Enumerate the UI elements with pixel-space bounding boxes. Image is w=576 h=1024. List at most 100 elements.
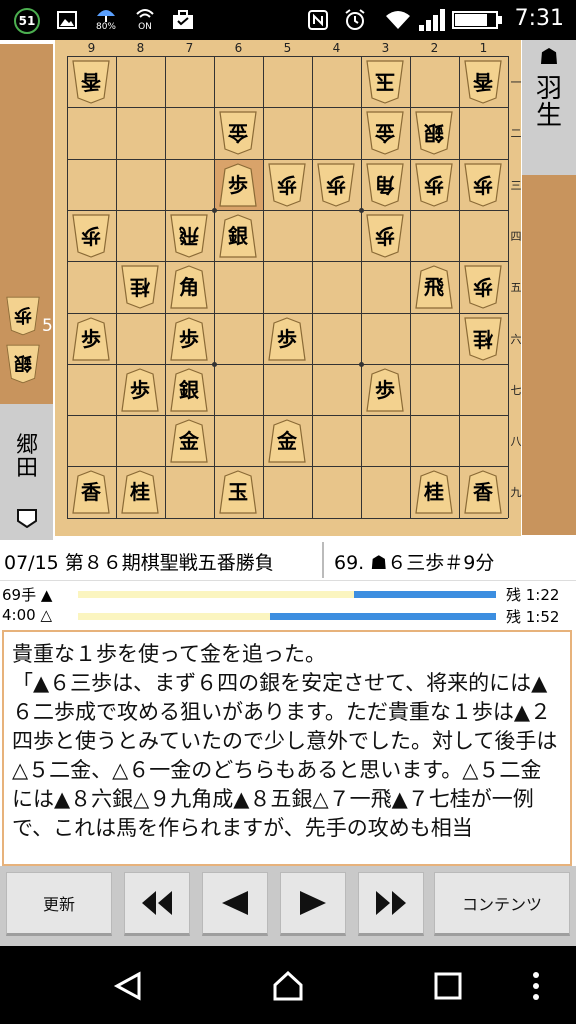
shogi-piece[interactable]: 歩: [170, 316, 208, 361]
shogi-piece[interactable]: 歩: [72, 316, 110, 361]
piece-label: 桂: [473, 326, 493, 351]
column-label: 8: [136, 41, 145, 55]
commentary-fade: [4, 840, 570, 864]
grid-line-horizontal: [67, 107, 508, 109]
piece-label: 歩: [179, 326, 199, 351]
shogi-piece[interactable]: 金: [219, 111, 257, 155]
nav-back-button[interactable]: [108, 966, 148, 1006]
grid-line-vertical: [459, 56, 460, 518]
piece-label: 香: [81, 480, 101, 505]
shogi-piece[interactable]: 香: [72, 470, 110, 514]
forward-button[interactable]: [280, 872, 346, 936]
hand-piece-label: 銀: [14, 352, 32, 373]
shogi-piece[interactable]: 銀: [219, 214, 257, 258]
shogi-piece[interactable]: 玉: [219, 470, 257, 514]
shogi-piece[interactable]: 桂: [415, 470, 453, 514]
shogi-piece[interactable]: 銀: [415, 111, 453, 155]
shogi-piece[interactable]: 歩: [366, 214, 404, 258]
sente-name-char: 郷: [15, 433, 38, 458]
nav-menu-button[interactable]: [524, 966, 548, 1006]
shogi-piece[interactable]: 香: [72, 60, 110, 104]
grid-line-horizontal: [67, 312, 508, 314]
navigation-bar: [0, 946, 576, 1024]
forward-icon: [300, 891, 326, 915]
shogi-piece[interactable]: 桂: [121, 265, 159, 309]
piece-label: 銀: [228, 223, 248, 248]
piece-label: 香: [473, 480, 493, 505]
fast-forward-icon: [376, 891, 406, 915]
gote-name-char: 羽: [535, 74, 562, 104]
fast-forward-button[interactable]: [358, 872, 424, 936]
elapsed-label: 4:00 △: [2, 606, 52, 624]
shogi-piece[interactable]: 玉: [366, 60, 404, 104]
shogi-piece[interactable]: 歩: [317, 162, 355, 207]
rewind-button[interactable]: [124, 872, 190, 936]
column-label: 4: [332, 41, 341, 55]
nav-menu-icon: [533, 972, 539, 1000]
shogi-piece[interactable]: 角: [366, 162, 404, 207]
star-point: [359, 361, 364, 367]
grid-line-horizontal: [67, 415, 508, 417]
alarm-icon: [342, 8, 368, 32]
column-label: 1: [479, 41, 488, 55]
shogi-piece[interactable]: 歩: [366, 368, 404, 412]
image-icon: [56, 8, 78, 32]
piece-label: 歩: [375, 223, 395, 248]
timer-row-gote: 4:00 △ 残 1:52: [0, 605, 576, 627]
piece-label: 銀: [179, 377, 199, 402]
shogi-piece[interactable]: 金: [170, 419, 208, 463]
grid-line-horizontal: [67, 261, 508, 263]
shogi-piece[interactable]: 歩: [268, 162, 306, 207]
nfc-icon: [306, 8, 330, 32]
sente-player-box: 郷田: [0, 404, 53, 540]
shogi-piece[interactable]: 歩: [121, 368, 159, 412]
piece-label: 金: [375, 121, 395, 146]
signal-icon: [418, 8, 446, 32]
grid-line-vertical: [263, 56, 264, 518]
shogi-piece[interactable]: 角: [170, 265, 208, 309]
shogi-piece[interactable]: 歩: [268, 316, 306, 361]
back-button[interactable]: [202, 872, 268, 936]
nav-recents-button[interactable]: [428, 966, 468, 1006]
grid-line-horizontal: [67, 158, 508, 160]
gote-remaining: 残 1:52: [506, 608, 560, 626]
grid-line-horizontal: [67, 517, 508, 519]
shogi-piece[interactable]: 歩: [464, 265, 502, 309]
shogi-piece[interactable]: 香: [464, 60, 502, 104]
piece-label: 歩: [81, 223, 101, 248]
piece-label: 飛: [424, 275, 444, 300]
star-point: [359, 207, 364, 213]
update-button[interactable]: 更新: [6, 872, 112, 936]
hand-piece[interactable]: 銀: [6, 344, 40, 384]
star-point: [212, 361, 217, 367]
shogi-piece[interactable]: 銀: [170, 368, 208, 412]
contents-button[interactable]: コンテンツ: [434, 872, 570, 936]
shogi-piece[interactable]: 金: [366, 111, 404, 155]
shogi-piece[interactable]: 飛: [415, 265, 453, 309]
sente-remaining: 残 1:22: [506, 586, 560, 604]
shogi-piece[interactable]: 歩: [415, 162, 453, 207]
shogi-piece[interactable]: 歩: [219, 162, 257, 207]
hand-piece[interactable]: 歩: [6, 296, 40, 336]
nav-home-button[interactable]: [268, 966, 308, 1006]
battery-icon: [452, 11, 498, 29]
shogi-piece[interactable]: 飛: [170, 214, 208, 258]
sente-hand-area: [522, 175, 576, 535]
grid-line-vertical: [165, 56, 166, 518]
piece-label: 角: [375, 172, 395, 197]
grid-line-vertical: [361, 56, 362, 518]
rewind-icon: [142, 891, 172, 915]
shogi-piece[interactable]: 香: [464, 470, 502, 514]
gote-player-box: ☗ 羽生: [522, 40, 576, 175]
shogi-piece[interactable]: 桂: [464, 316, 502, 361]
shogi-piece[interactable]: 歩: [72, 214, 110, 258]
shogi-piece[interactable]: 金: [268, 419, 306, 463]
shogi-piece[interactable]: 歩: [464, 162, 502, 207]
commentary-panel[interactable]: 貴重な１歩を使って金を追った。 「▲６三歩は、まず６四の銀を安定させて、将来的に…: [2, 630, 572, 866]
row-label: 二: [510, 127, 522, 141]
piece-label: 玉: [228, 480, 248, 505]
shogi-board[interactable]: 987654321一二三四五六七八九香玉香金金銀歩歩歩角歩歩歩飛銀歩桂角飛歩歩歩…: [55, 40, 522, 536]
piece-label: 歩: [473, 172, 493, 197]
shogi-piece[interactable]: 桂: [121, 470, 159, 514]
column-label: 9: [87, 41, 96, 55]
